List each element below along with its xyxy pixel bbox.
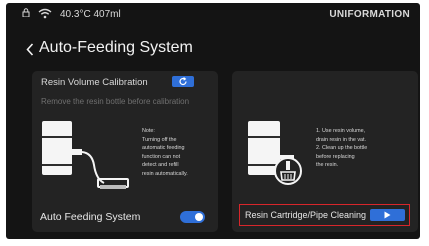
printer-illustration [42, 121, 129, 189]
toggle-knob [195, 213, 203, 221]
cleaning-panel: 1. Use resin volume, drain resin in the … [232, 71, 418, 232]
note-line: function can not [142, 153, 181, 160]
temperature-volume-readout: 40.3°C 407ml [60, 9, 121, 20]
calibration-hint: Remove the resin bottle before calibrati… [41, 97, 190, 106]
refresh-icon [179, 77, 187, 86]
wifi-icon [38, 8, 52, 19]
play-icon [384, 211, 391, 219]
note-line: resin automatically. [142, 170, 188, 177]
cleaning-row: Resin Cartridge/Pipe Cleaning [239, 204, 410, 226]
feeding-note: Note: Turning off the automatic feeding … [142, 127, 212, 179]
start-cleaning-button[interactable] [370, 209, 405, 221]
auto-feeding-toggle[interactable] [180, 211, 205, 223]
instruction-line: drain resin in the vat. [316, 136, 367, 143]
note-line: detect and refill [142, 162, 179, 169]
photo-frame: 40.3°C 407ml UNIFORMATION Auto-Feeding S… [0, 0, 429, 246]
instruction-line: the resin. [316, 162, 339, 169]
status-bar: 40.3°C 407ml UNIFORMATION [6, 3, 420, 27]
brand-logo: UNIFORMATION [329, 9, 410, 20]
calibration-label: Resin Volume Calibration [41, 77, 148, 88]
calibration-button[interactable] [172, 76, 194, 87]
lock-icon [22, 8, 30, 17]
page-title: Auto-Feeding System [39, 39, 193, 56]
auto-feeding-label: Auto Feeding System [40, 211, 141, 223]
chevron-left-icon[interactable] [26, 43, 34, 56]
cleaning-instructions: 1. Use resin volume, drain resin in the … [316, 127, 367, 170]
printer-screen: 40.3°C 407ml UNIFORMATION Auto-Feeding S… [6, 3, 420, 239]
cleaning-label: Resin Cartridge/Pipe Cleaning [245, 210, 367, 220]
note-line: Turning off the [142, 136, 177, 143]
instruction-line: before replacing [316, 153, 355, 160]
instruction-line: 2. Clean up the bottle [316, 145, 368, 152]
instruction-line: 1. Use resin volume, [316, 128, 366, 134]
cleaning-illustration [248, 121, 302, 185]
calibration-panel: Resin Volume Calibration Remove the resi… [32, 71, 218, 232]
note-line: Note: [142, 128, 155, 134]
note-line: automatic feeding [142, 145, 185, 152]
